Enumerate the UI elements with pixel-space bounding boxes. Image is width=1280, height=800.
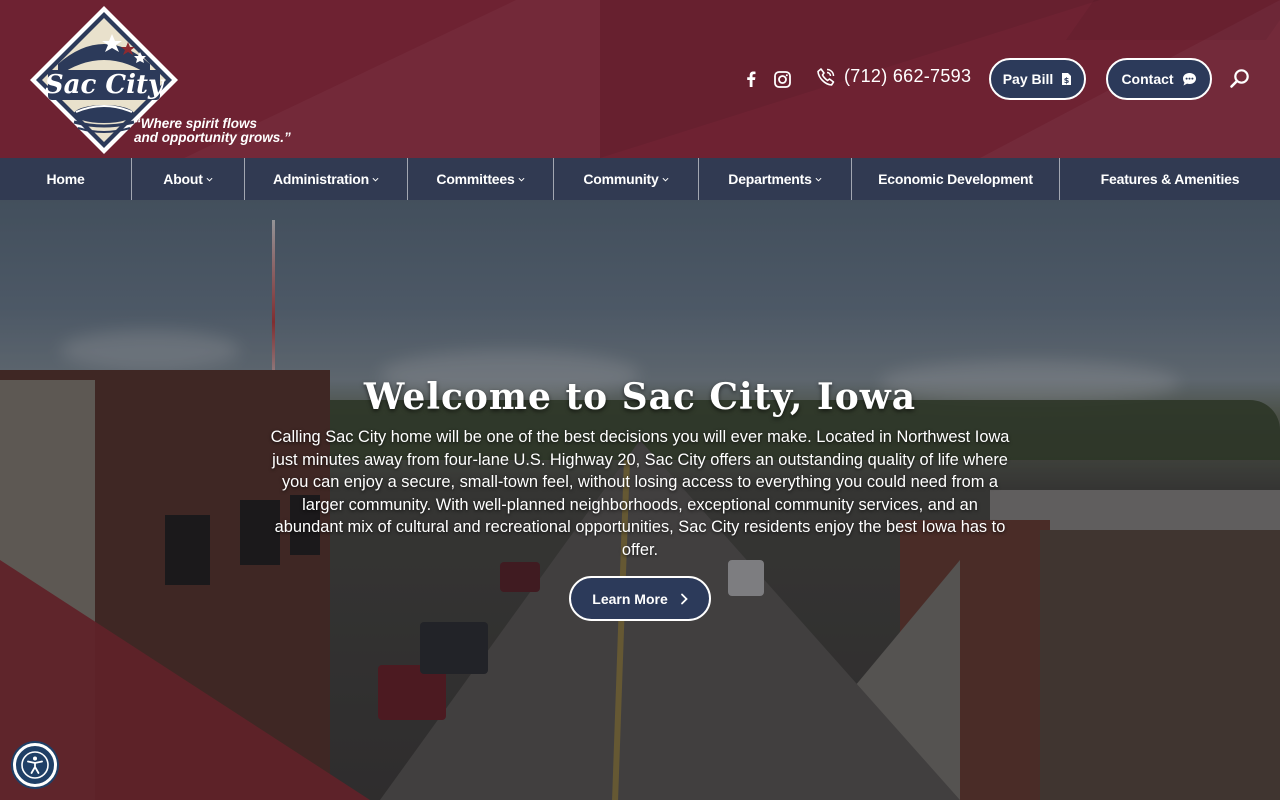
search-button[interactable] bbox=[1229, 68, 1251, 90]
accessibility-button[interactable] bbox=[13, 743, 57, 787]
facebook-icon bbox=[747, 71, 756, 87]
site-header: Sac City “Where spirit flows and opportu… bbox=[0, 0, 1280, 158]
learn-more-button[interactable]: Learn More bbox=[569, 576, 711, 621]
phone-number: (712) 662-7593 bbox=[844, 66, 972, 86]
nav-item-administration[interactable]: Administration bbox=[245, 158, 408, 200]
instagram-icon bbox=[773, 70, 791, 88]
site-tagline: “Where spirit flows and opportunity grow… bbox=[134, 117, 291, 145]
nav-item-label: About bbox=[163, 171, 203, 187]
chevron-down-icon bbox=[372, 177, 379, 182]
hero-section: Welcome to Sac City, Iowa Calling Sac Ci… bbox=[0, 200, 1280, 800]
nav-item-label: Home bbox=[46, 171, 85, 187]
pay-bill-button[interactable]: Pay Bill $ bbox=[989, 58, 1086, 100]
hero-title: Welcome to Sac City, Iowa bbox=[363, 376, 917, 418]
nav-item-label: Administration bbox=[273, 171, 369, 187]
contact-button[interactable]: Contact bbox=[1106, 58, 1212, 100]
chevron-down-icon bbox=[518, 177, 525, 182]
phone-link[interactable]: (712) 662-7593 bbox=[816, 66, 971, 87]
bill-icon: $ bbox=[1062, 73, 1072, 85]
svg-text:$: $ bbox=[1064, 76, 1070, 85]
contact-label: Contact bbox=[1121, 71, 1174, 87]
nav-item-features-amenities[interactable]: Features & Amenities bbox=[1060, 158, 1280, 200]
search-icon bbox=[1230, 69, 1249, 88]
facebook-link[interactable] bbox=[740, 68, 762, 90]
logo-wordmark: Sac City bbox=[45, 70, 165, 100]
learn-more-label: Learn More bbox=[592, 590, 668, 607]
nav-item-label: Departments bbox=[728, 171, 812, 187]
chevron-down-icon bbox=[206, 177, 213, 182]
main-navigation: Home About Administration Committees Com… bbox=[0, 158, 1280, 200]
nav-item-about[interactable]: About bbox=[132, 158, 245, 200]
nav-item-label: Economic Development bbox=[878, 171, 1033, 187]
accessibility-icon bbox=[21, 751, 49, 779]
nav-item-committees[interactable]: Committees bbox=[408, 158, 554, 200]
nav-item-economic-development[interactable]: Economic Development bbox=[852, 158, 1060, 200]
chevron-down-icon bbox=[662, 177, 669, 182]
phone-icon bbox=[817, 67, 835, 86]
pay-bill-label: Pay Bill bbox=[1002, 71, 1054, 87]
nav-item-departments[interactable]: Departments bbox=[699, 158, 852, 200]
tagline-line-2: and opportunity grows.” bbox=[134, 130, 291, 145]
nav-item-home[interactable]: Home bbox=[0, 158, 132, 200]
chat-icon bbox=[1182, 72, 1196, 85]
chevron-down-icon bbox=[815, 177, 822, 182]
nav-item-label: Features & Amenities bbox=[1100, 171, 1240, 187]
nav-item-label: Community bbox=[583, 171, 659, 187]
instagram-link[interactable] bbox=[771, 68, 793, 90]
tagline-line-1: “Where spirit flows bbox=[134, 116, 258, 131]
hero-description: Calling Sac City home will be one of the… bbox=[270, 428, 1010, 559]
nav-item-community[interactable]: Community bbox=[554, 158, 699, 200]
chevron-right-icon bbox=[680, 593, 688, 604]
header-decoration bbox=[1065, 0, 1280, 40]
nav-item-label: Committees bbox=[436, 171, 515, 187]
